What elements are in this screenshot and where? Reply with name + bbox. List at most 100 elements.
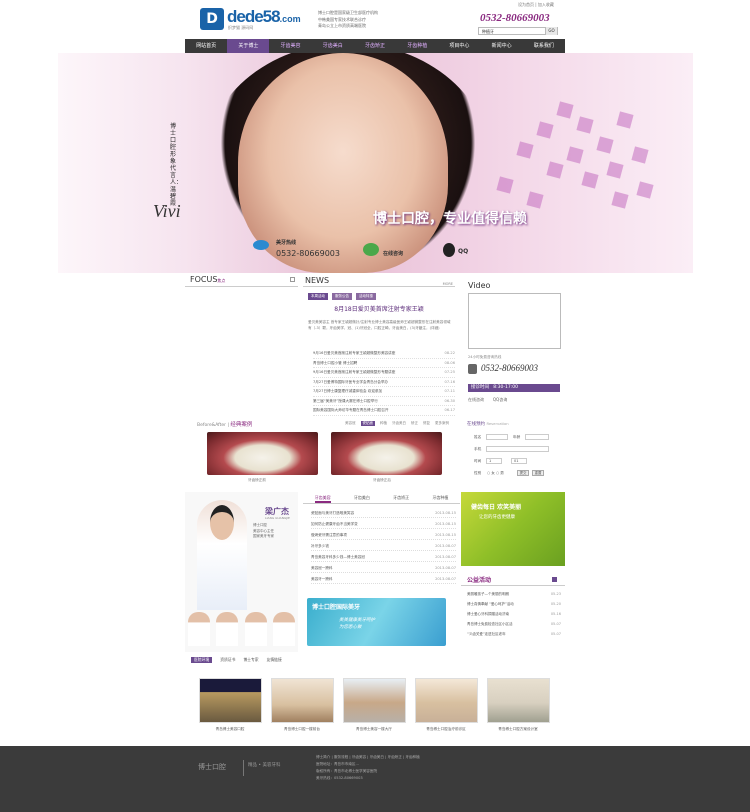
- after-image[interactable]: [331, 432, 442, 475]
- list-item[interactable]: 瓷贴面与美牙打造唯美笑容 2013-08-15: [311, 507, 456, 518]
- video-player[interactable]: [468, 293, 561, 349]
- services-panel: 牙齿美容 牙齿美白 牙齿矫正 牙齿种植 瓷贴面与美牙打造唯美笑容 2013-08-…: [303, 492, 460, 592]
- list-item[interactable]: 补牙多少钱 2013-08-07: [311, 540, 456, 551]
- list-item[interactable]: 美容牙一跨科 2013-08-07: [311, 573, 456, 584]
- tab-links[interactable]: 友情链接: [267, 657, 282, 663]
- age-field[interactable]: [525, 434, 549, 440]
- tab-case[interactable]: 美容冠: [345, 421, 356, 426]
- tab-environment[interactable]: 医院环境: [191, 657, 213, 663]
- nav-item-news[interactable]: 新闻中心: [481, 39, 523, 53]
- submit-button[interactable]: 提交: [517, 470, 529, 476]
- list-item[interactable]: 博士真情奉献 “爱心呵护”活动 05-20: [467, 599, 561, 609]
- green-promo-text: 让您的牙齿更健康: [479, 515, 515, 520]
- reset-button[interactable]: 重置: [532, 470, 544, 476]
- banner-qq[interactable]: QQ: [458, 248, 468, 255]
- gallery-photo[interactable]: [415, 678, 478, 723]
- site-logo[interactable]: D dede58.com 织梦猫 源码网: [200, 7, 315, 32]
- list-item[interactable]: 青岛博士免费检查社区小区活 05-07: [467, 619, 561, 629]
- news-panel: NEWS MORE 本周活动 服务公告 活动特惠 8月18日爱贝美首席注射专家王…: [303, 273, 455, 418]
- banner-online-consult[interactable]: 在线咨询: [383, 250, 403, 257]
- phone-field[interactable]: [486, 446, 549, 452]
- tab-case[interactable]: 矫正: [411, 421, 418, 426]
- focus-title: FOCUS焦点: [185, 273, 298, 287]
- tab-specials[interactable]: 活动特惠: [356, 293, 376, 300]
- video-panel: Video 24小时免费咨询热线 0532-80669003 接诊时间 8:30…: [461, 273, 565, 418]
- nav-item-orthodontics[interactable]: 牙齿矫正: [354, 39, 396, 53]
- list-item[interactable]: 美丽暖孩子—个美丽的明朗 05-23: [467, 589, 561, 599]
- promo-banner[interactable]: 博士口腔国际美牙 美美健康美牙呵护 为您悉心做: [307, 598, 446, 646]
- list-item[interactable]: 7月27日爱博特国际牙医专业学会青岛分会举办 07-16: [313, 378, 455, 387]
- tab-weekly-events[interactable]: 本周活动: [308, 293, 328, 300]
- nav-item-contact[interactable]: 联系我们: [523, 39, 565, 53]
- expert-thumb[interactable]: [272, 612, 295, 646]
- tab-service-notice[interactable]: 服务公告: [332, 293, 352, 300]
- cases-tabs: 美容冠 瓷贴面 种植 牙齿美白 矫正 修复 更多案例: [345, 421, 449, 426]
- gallery-photo[interactable]: [343, 678, 406, 723]
- nav-item-about[interactable]: 关于博士: [227, 39, 270, 53]
- list-item[interactable]: 如何防止健康牙齿不当美学变 2013-08-15: [311, 518, 456, 529]
- list-item[interactable]: 做烤瓷牙需注意的事项 2013-08-15: [311, 529, 456, 540]
- news-more-link[interactable]: MORE: [443, 282, 453, 286]
- tab-experts[interactable]: 博士专家: [243, 657, 258, 663]
- nav-item-whitening[interactable]: 牙齿美白: [312, 39, 354, 53]
- news-title: NEWS: [303, 273, 455, 287]
- green-promo[interactable]: 健齿每日 欢笑美丽 让您的牙齿更健康: [461, 492, 565, 566]
- nav-item-implant[interactable]: 牙齿种植: [396, 39, 438, 53]
- tab-case[interactable]: 瓷贴面: [360, 421, 375, 426]
- tab-orthodontics[interactable]: 牙齿矫正: [393, 492, 409, 503]
- list-item[interactable]: 青岛美容牙科多少钱—博士美容冠 2013-08-07: [311, 551, 456, 562]
- list-item[interactable]: 国际美容国际大师访华专题在青岛博士口腔召开 06-17: [313, 406, 455, 416]
- video-phone: 0532-80669003: [481, 363, 538, 373]
- environment-tabs: 医院环境 资质证书 博士专家 友情链接: [191, 657, 282, 663]
- list-item[interactable]: 第三届“美美牙”授课大赛在博士口腔举行 06-30: [313, 397, 455, 406]
- day-select[interactable]: 01: [511, 458, 527, 464]
- tab-case[interactable]: 修复: [423, 421, 430, 426]
- expert-thumb[interactable]: [244, 612, 267, 646]
- hero-banner[interactable]: 博士口腔形象代言人：温碧霞 Vivi 博士口腔，专业值得信赖 美牙热线 0532…: [58, 53, 693, 273]
- tab-whitening[interactable]: 牙齿美白: [354, 492, 370, 503]
- before-image[interactable]: [207, 432, 318, 475]
- gallery-photo[interactable]: [199, 678, 262, 723]
- month-select[interactable]: 1: [486, 458, 502, 464]
- list-item[interactable]: 9月16日爱贝美首席注射专家王颖超微整形美容讲座 08-22: [313, 349, 455, 359]
- list-item[interactable]: 青岛博士口腔小管 博士招聘 08-06: [313, 359, 455, 368]
- main-nav: 网站首页 关于博士 牙齿美容 牙齿美白 牙齿矫正 牙齿种植 项目中心 新闻中心 …: [185, 39, 565, 53]
- search-input[interactable]: 种植牙: [482, 29, 494, 35]
- expert-thumb[interactable]: [188, 612, 211, 646]
- footer-copyright: 版权所有：青岛市北博士医学美容医院: [316, 769, 378, 773]
- expert-thumb[interactable]: [216, 612, 239, 646]
- list-item[interactable]: 美容冠一跨科 2013-08-07: [311, 562, 456, 573]
- logo-suffix: .com: [279, 14, 301, 24]
- tab-implant[interactable]: 牙齿种植: [432, 492, 448, 503]
- search-button[interactable]: GO: [545, 27, 557, 35]
- banner-signature: Vivi: [153, 201, 181, 221]
- add-favorite-link[interactable]: 加入收藏: [538, 2, 554, 7]
- news-headline[interactable]: 8月18日爱贝美首席注射专家王颖: [303, 304, 455, 313]
- name-field[interactable]: [486, 434, 508, 440]
- tab-certificates[interactable]: 资质证书: [220, 657, 235, 663]
- sex-female-radio[interactable]: ○ 女 ○ 男: [487, 471, 504, 476]
- doctor-photo[interactable]: [197, 500, 247, 610]
- list-item[interactable]: 9月16日爱贝美首席注射专家王颖超微整形专题讲座 07-25: [313, 368, 455, 378]
- tab-case[interactable]: 牙齿美白: [392, 421, 406, 426]
- nav-item-cosmetic[interactable]: 牙齿美容: [269, 39, 311, 53]
- nav-item-projects[interactable]: 项目中心: [438, 39, 480, 53]
- list-item[interactable]: “义齿关爱”走进社区老年 05-07: [467, 629, 561, 639]
- more-icon[interactable]: [552, 577, 557, 582]
- qq-consult-link[interactable]: QQ咨询: [493, 397, 507, 402]
- tab-cosmetic[interactable]: 牙齿美容: [314, 492, 331, 503]
- footer-address: 医院地址：青岛市市南区...: [316, 762, 359, 766]
- list-item[interactable]: 7月27日博士康复理疗减重体验会 欢迎参加 07-11: [313, 387, 455, 397]
- list-item[interactable]: 博士爱心牙科捐赠活动济南 05-16: [467, 609, 561, 619]
- gallery-photo[interactable]: [487, 678, 550, 723]
- expand-icon[interactable]: [290, 277, 295, 282]
- tab-case[interactable]: 种植: [380, 421, 387, 426]
- nav-item-home[interactable]: 网站首页: [185, 39, 227, 53]
- set-homepage-link[interactable]: 设为首页: [518, 2, 534, 7]
- online-consult-link[interactable]: 在线咨询: [468, 397, 484, 402]
- tab-case[interactable]: 更多案例: [435, 421, 449, 426]
- gallery-photo[interactable]: [271, 678, 334, 723]
- footer-links[interactable]: 博士简介 | 服务流程 | 牙齿美容 | 牙齿美白 | 牙齿矫正 | 牙齿种植: [316, 754, 420, 761]
- hours-value: 8:30-17:00: [493, 385, 518, 390]
- news-tabs: 本周活动 服务公告 活动特惠: [308, 293, 376, 300]
